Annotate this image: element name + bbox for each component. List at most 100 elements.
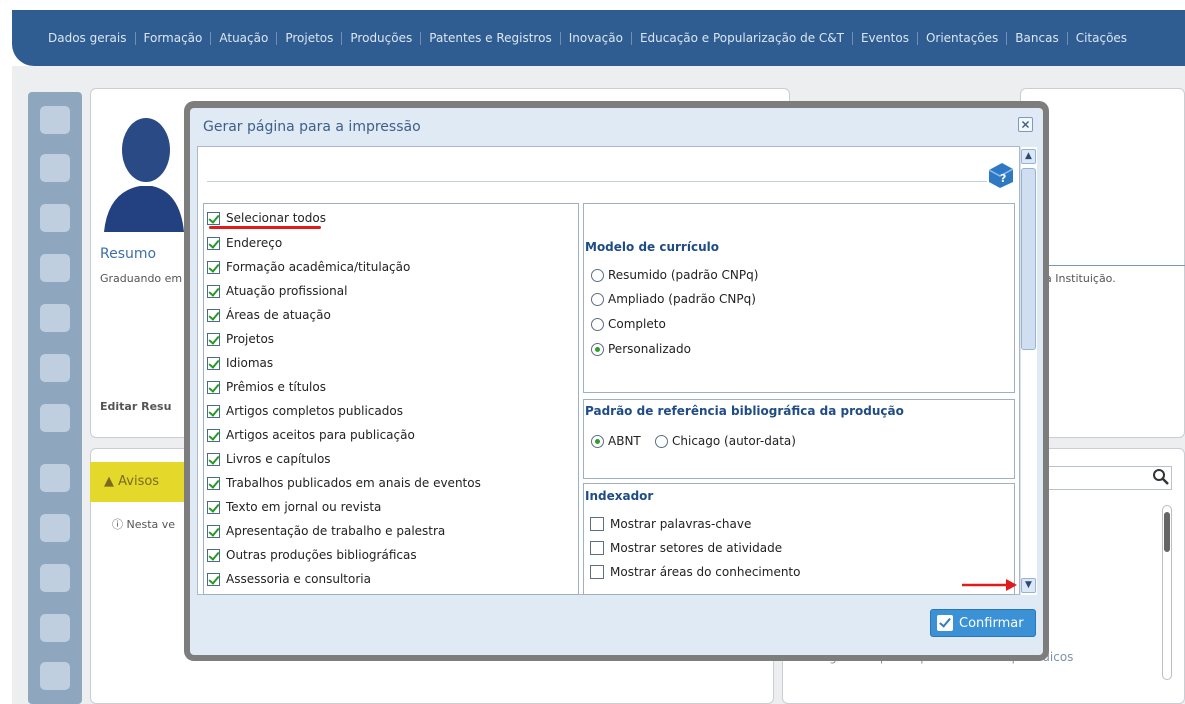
checkbox-artigos-aceitos[interactable]: Artigos aceitos para publicação <box>207 425 415 445</box>
left-toolbar <box>28 92 82 704</box>
checkbox[interactable] <box>207 428 220 442</box>
checkbox[interactable] <box>207 548 220 562</box>
star-icon[interactable] <box>40 106 70 134</box>
nav-orientacoes[interactable]: Orientações <box>918 31 1008 45</box>
checkbox[interactable] <box>207 500 220 514</box>
nav-atuacao[interactable]: Atuação <box>211 31 278 45</box>
radio-abnt[interactable]: ABNT <box>591 434 641 448</box>
checkbox-selecionar-todos[interactable]: Selecionar todos <box>207 208 326 228</box>
nav-projetos[interactable]: Projetos <box>277 31 343 45</box>
checkbox-atuacao[interactable]: Atuação profissional <box>207 281 347 301</box>
radio[interactable] <box>655 434 668 448</box>
checkbox-premios[interactable]: Prêmios e títulos <box>207 377 326 397</box>
nav-formacao[interactable]: Formação <box>136 31 212 45</box>
graduation-icon[interactable] <box>40 154 70 182</box>
checkbox-label: Texto em jornal ou revista <box>226 500 382 514</box>
page-icon[interactable] <box>40 514 70 542</box>
nav-inovacao[interactable]: Inovação <box>561 31 632 45</box>
checkbox[interactable] <box>207 308 220 322</box>
side-scrollbar-thumb[interactable] <box>1164 512 1170 552</box>
radio-label: Personalizado <box>608 342 691 356</box>
radio[interactable] <box>591 434 604 448</box>
avisos-label: Avisos <box>118 474 160 489</box>
nav-bancas[interactable]: Bancas <box>1007 31 1068 45</box>
radio-ampliado[interactable]: Ampliado (padrão CNPq) <box>591 292 756 306</box>
padrao-title: Padrão de referência bibliográfica da pr… <box>585 404 904 418</box>
checkbox[interactable] <box>207 524 220 538</box>
checkbox[interactable] <box>207 332 220 346</box>
confirm-button[interactable]: Confirmar <box>930 609 1036 637</box>
checkbox[interactable] <box>207 404 220 418</box>
checkbox[interactable] <box>207 236 220 250</box>
resumo-title: Resumo <box>100 246 157 262</box>
checkbox-label: Mostrar palavras-chave <box>610 517 752 531</box>
checkbox-artigos-completos[interactable]: Artigos completos publicados <box>207 401 403 421</box>
scroll-down-button[interactable]: ▼ <box>1021 578 1036 593</box>
nav-producoes[interactable]: Produções <box>342 31 422 45</box>
nav-dados-gerais[interactable]: Dados gerais <box>40 31 136 45</box>
checkbox-endereco[interactable]: Endereço <box>207 233 282 253</box>
checkbox-projetos[interactable]: Projetos <box>207 329 274 349</box>
radio[interactable] <box>591 342 604 356</box>
radio[interactable] <box>591 317 604 331</box>
radio[interactable] <box>591 268 604 282</box>
aviso-text: ⓘ Nesta ve <box>112 518 176 531</box>
radio-personalizado[interactable]: Personalizado <box>591 342 691 356</box>
checkbox[interactable] <box>590 541 604 555</box>
import-icon[interactable] <box>40 662 70 690</box>
checkbox-assessoria[interactable]: Assessoria e consultoria <box>207 569 371 589</box>
head-icon[interactable] <box>40 354 70 382</box>
checkbox[interactable] <box>207 572 220 586</box>
radio-resumido[interactable]: Resumido (padrão CNPq) <box>591 268 758 282</box>
checkbox[interactable] <box>207 211 220 225</box>
magnifier-icon[interactable] <box>40 304 70 332</box>
radio-chicago[interactable]: Chicago (autor-data) <box>655 434 796 448</box>
nav-eventos[interactable]: Eventos <box>853 31 918 45</box>
checkbox[interactable] <box>207 260 220 274</box>
checkbox-palavras-chave[interactable]: Mostrar palavras-chave <box>590 517 751 531</box>
checkbox-label: Outras produções bibliográficas <box>226 548 417 562</box>
id-card-icon[interactable] <box>40 204 70 232</box>
side-scrollbar[interactable] <box>1162 505 1172 680</box>
close-icon[interactable] <box>1018 117 1033 132</box>
checkbox-livros[interactable]: Livros e capítulos <box>207 449 331 469</box>
radio-completo[interactable]: Completo <box>591 317 666 331</box>
avatar <box>104 118 184 232</box>
nav-educacao[interactable]: Educação e Popularização de C&T <box>632 31 853 45</box>
checkbox[interactable] <box>207 452 220 466</box>
search-icon[interactable] <box>1152 468 1170 486</box>
divider <box>207 181 987 182</box>
checkbox-areas[interactable]: Áreas de atuação <box>207 305 331 325</box>
checkbox-formacao[interactable]: Formação acadêmica/titulação <box>207 257 410 277</box>
printer-icon[interactable] <box>40 564 70 592</box>
radio[interactable] <box>591 292 604 306</box>
checkbox-label: Formação acadêmica/titulação <box>226 260 411 274</box>
checkbox[interactable] <box>590 517 604 531</box>
scrollbar-thumb[interactable] <box>1021 168 1036 350</box>
edit-resumo-link[interactable]: Editar Resu <box>100 400 171 413</box>
export-icon[interactable] <box>40 614 70 642</box>
nav-citacoes[interactable]: Citações <box>1068 31 1135 45</box>
scroll-up-button[interactable]: ▲ <box>1021 149 1036 164</box>
search-doc-icon[interactable] <box>40 254 70 282</box>
checkbox[interactable] <box>207 380 220 394</box>
checkbox[interactable] <box>207 476 220 490</box>
radio-label: Resumido (padrão CNPq) <box>608 268 759 282</box>
checkbox[interactable] <box>207 284 220 298</box>
checkbox-areas-conhecimento[interactable]: Mostrar áreas do conhecimento <box>590 565 800 579</box>
svg-text:?: ? <box>1000 172 1006 185</box>
institution-icon[interactable] <box>40 404 70 432</box>
checkbox[interactable] <box>207 356 220 370</box>
checkbox-idiomas[interactable]: Idiomas <box>207 353 273 373</box>
checkbox-apresentacao[interactable]: Apresentação de trabalho e palestra <box>207 521 445 541</box>
checkbox-trabalhos[interactable]: Trabalhos publicados em anais de eventos <box>207 473 481 493</box>
checkbox-label: Artigos completos publicados <box>226 404 403 418</box>
checkbox[interactable] <box>590 565 604 579</box>
checkbox-texto-jornal[interactable]: Texto em jornal ou revista <box>207 497 381 517</box>
help-icon[interactable]: ? <box>986 160 1016 190</box>
checkbox-label: Selecionar todos <box>226 211 326 225</box>
nav-patentes[interactable]: Patentes e Registros <box>421 31 561 45</box>
checkbox-setores[interactable]: Mostrar setores de atividade <box>590 541 782 555</box>
checkbox-outras[interactable]: Outras produções bibliográficas <box>207 545 417 565</box>
document-icon[interactable] <box>40 464 70 492</box>
